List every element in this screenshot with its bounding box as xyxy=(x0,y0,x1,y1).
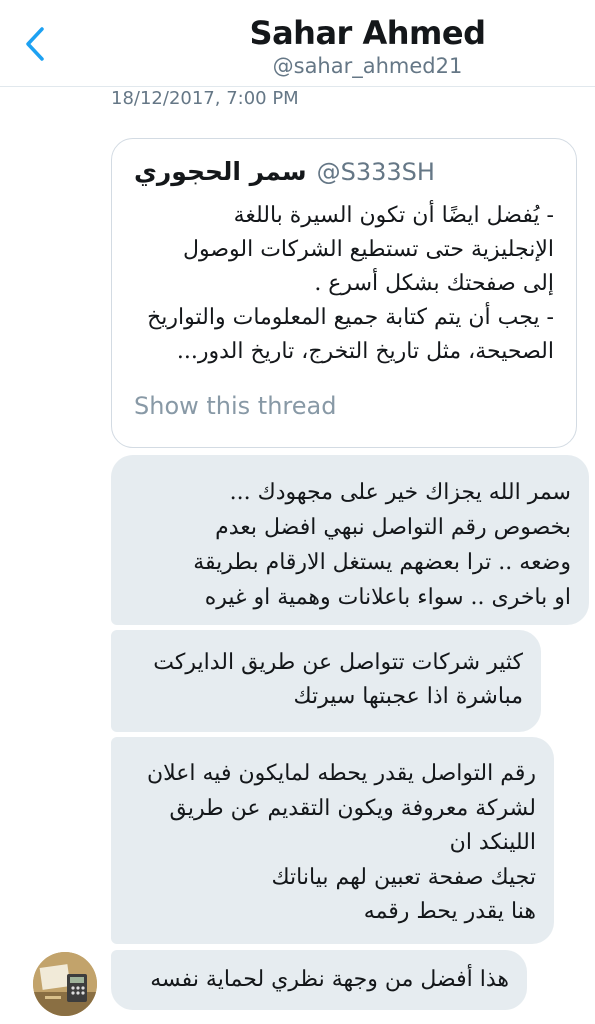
quoted-author-name: سمر الحجوري xyxy=(134,157,307,186)
show-thread-link[interactable]: Show this thread xyxy=(134,392,336,420)
quoted-tweet-text: - يُفضل ايضًا أن تكون السيرة باللغة الإن… xyxy=(147,203,554,364)
quoted-tweet-author: سمر الحجوري @S333SH xyxy=(134,157,435,186)
message-bubble[interactable]: سمر الله يجزاك خير على مجهودك ... بخصوص … xyxy=(111,455,589,625)
dm-conversation-screen: Sahar Ahmed @sahar_ahmed21 18/12/2017, 7… xyxy=(0,0,595,1024)
quoted-tweet-card[interactable]: سمر الحجوري @S333SH - يُفضل ايضًا أن تكون… xyxy=(111,138,577,448)
message-bubble[interactable]: هذا أفضل من وجهة نظري لحماية نفسه xyxy=(111,950,527,1010)
message-timestamp: 18/12/2017, 7:00 PM xyxy=(111,88,299,109)
conversation-header: Sahar Ahmed @sahar_ahmed21 xyxy=(0,0,595,87)
header-handle[interactable]: @sahar_ahmed21 xyxy=(0,54,595,78)
header-name[interactable]: Sahar Ahmed xyxy=(0,14,595,52)
quoted-author-handle: @S333SH xyxy=(316,158,435,186)
avatar-image xyxy=(33,952,97,1016)
avatar[interactable] xyxy=(33,952,97,1016)
message-bubble[interactable]: رقم التواصل يقدر يحطه لمايكون فيه اعلان … xyxy=(111,737,554,944)
message-bubble[interactable]: كثير شركات تتواصل عن طريق الدايركت مباشر… xyxy=(111,630,541,732)
